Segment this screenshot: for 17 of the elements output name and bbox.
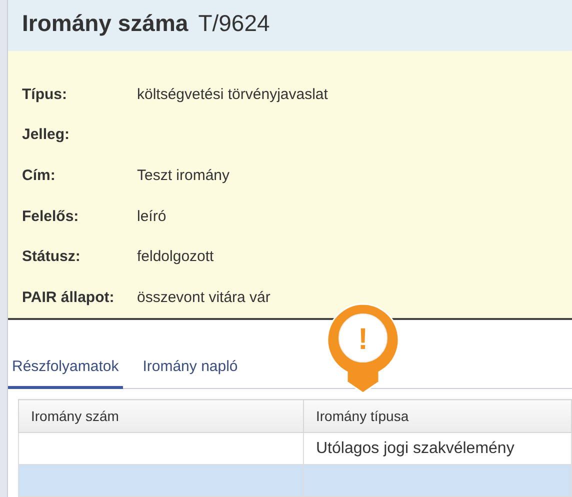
tab[interactable]: Iromány napló bbox=[138, 356, 242, 389]
field-label: Státusz: bbox=[22, 247, 82, 268]
field-value: költségvetési törvényjavaslat bbox=[137, 84, 328, 105]
field-label: Cím: bbox=[22, 166, 56, 186]
field-value: összevont vitára vár bbox=[137, 288, 270, 308]
column-header: Iromány szám bbox=[18, 400, 304, 432]
field-label: PAIR állapot: bbox=[22, 288, 116, 308]
field-value: leíró bbox=[137, 206, 166, 227]
field-value: feldolgozott bbox=[137, 247, 214, 268]
column-header: Iromány típusa bbox=[304, 400, 572, 432]
tab[interactable]: Részfolyamatok bbox=[8, 356, 123, 389]
field-label: Jelleg: bbox=[22, 125, 71, 146]
document-number: T/9624 bbox=[198, 10, 270, 36]
field-label: Típus: bbox=[22, 84, 68, 105]
field-value: Teszt iromány bbox=[137, 166, 230, 186]
field-label: Felelős: bbox=[22, 206, 80, 227]
page-title: Iromány száma bbox=[22, 10, 188, 36]
